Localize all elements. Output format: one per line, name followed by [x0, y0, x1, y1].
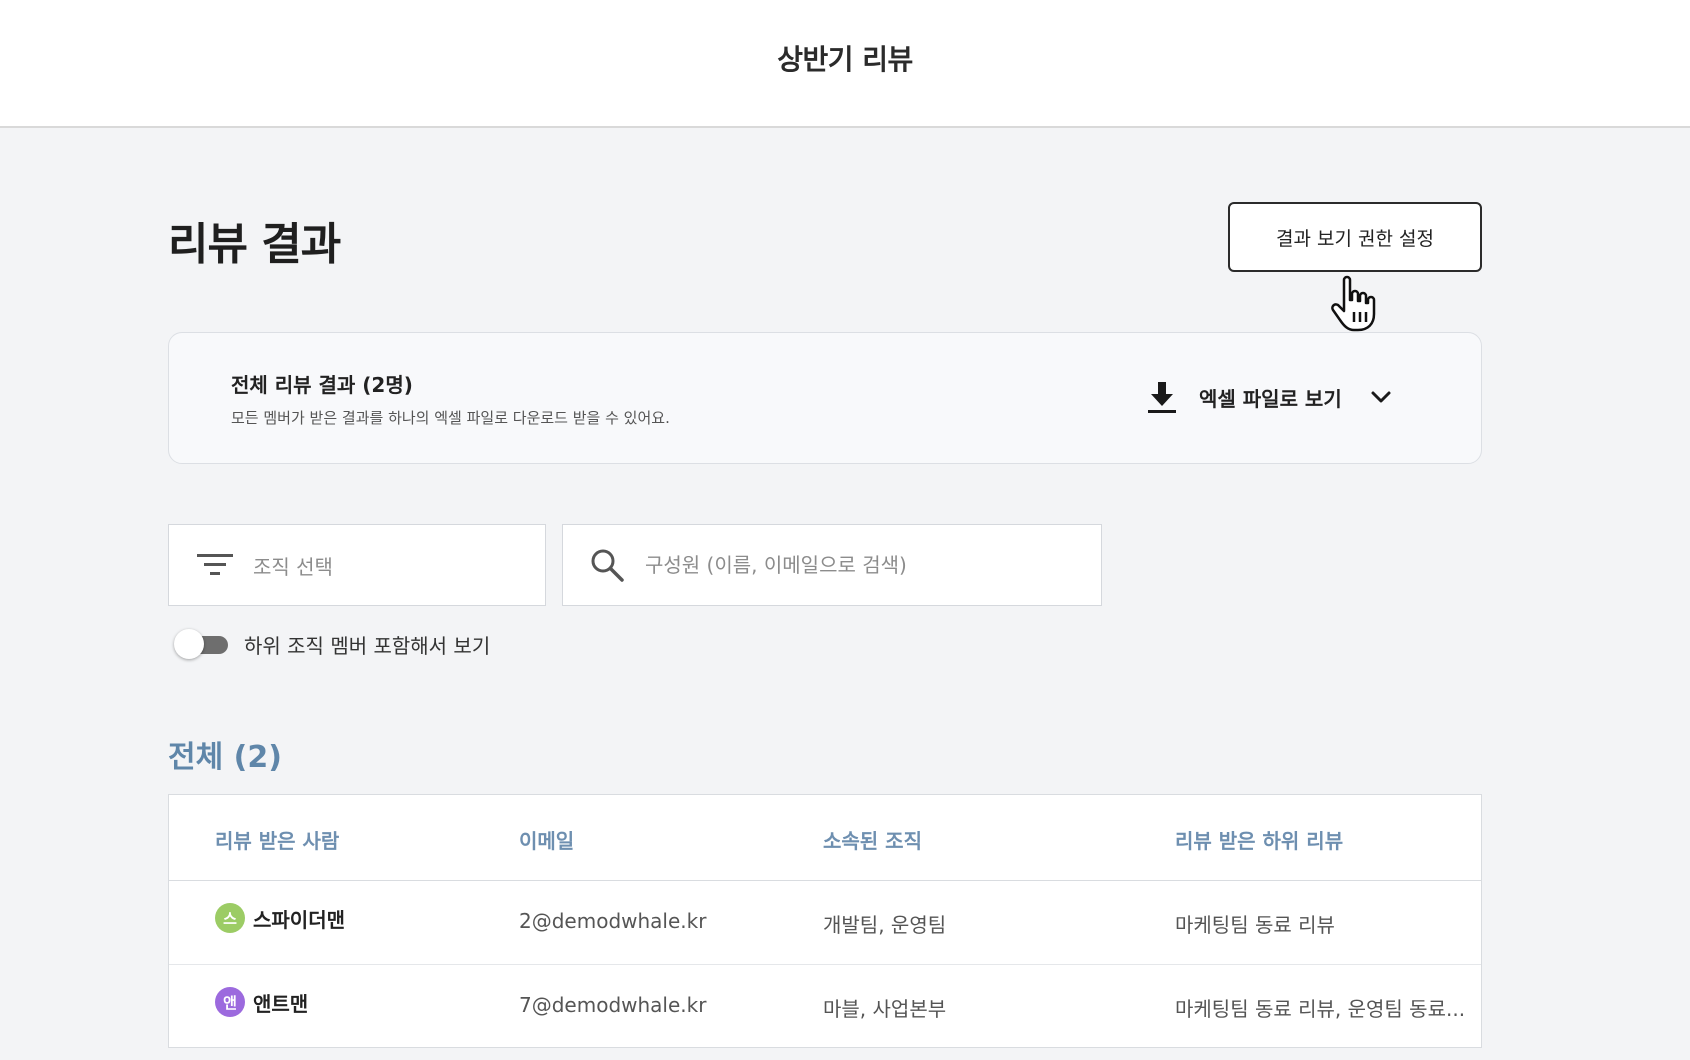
chevron-down-icon [1371, 391, 1391, 403]
section-heading: 전체 (2) [168, 740, 282, 775]
page-title: 리뷰 결과 [168, 219, 341, 270]
permission-settings-button[interactable]: 결과 보기 권한 설정 [1228, 202, 1482, 272]
organization-cell: 개발팀, 운영팀 [823, 913, 947, 937]
export-card: 전체 리뷰 결과 (2명) 모든 멤버가 받은 결과를 하나의 엑셀 파일로 다… [168, 332, 1482, 464]
org-select-dropdown[interactable]: 조직 선택 [168, 524, 546, 606]
column-header-email: 이메일 [519, 829, 575, 853]
header-title: 상반기 리뷰 [777, 43, 913, 76]
org-select-placeholder: 조직 선택 [253, 554, 333, 579]
download-icon [1148, 382, 1176, 413]
toggle-knob [174, 629, 204, 659]
column-header-organization: 소속된 조직 [823, 829, 922, 853]
export-label: 엑셀 파일로 보기 [1199, 386, 1342, 411]
export-description: 모든 멤버가 받은 결과를 하나의 엑셀 파일로 다운로드 받을 수 있어요. [231, 409, 670, 427]
email-cell: 7@demodwhale.kr [519, 993, 707, 1017]
excel-export-dropdown[interactable]: 엑셀 파일로 보기 [1147, 377, 1394, 417]
table-row[interactable]: 스 스파이더맨 2@demodwhale.kr 개발팀, 운영팀 마케팅팀 동료… [169, 881, 1481, 965]
column-header-reviewee: 리뷰 받은 사람 [215, 829, 340, 853]
column-header-sub-reviews: 리뷰 받은 하위 리뷰 [1175, 829, 1344, 853]
search-icon [591, 549, 624, 582]
reviewee-name: 앤트맨 [253, 991, 309, 1016]
export-title: 전체 리뷰 결과 (2명) [231, 373, 413, 397]
avatar: 앤 [215, 987, 245, 1017]
avatar: 스 [215, 903, 245, 933]
hand-pointer-icon [1331, 275, 1376, 332]
reviewee-name: 스파이더맨 [253, 907, 345, 932]
member-search-input[interactable] [645, 553, 1085, 577]
email-cell: 2@demodwhale.kr [519, 909, 707, 933]
member-search-box[interactable] [562, 524, 1102, 606]
reviewee-cell: 스 스파이더맨 [215, 903, 345, 933]
organization-cell: 마블, 사업본부 [823, 997, 947, 1021]
include-suborg-toggle[interactable] [174, 629, 230, 659]
table-header: 리뷰 받은 사람 이메일 소속된 조직 리뷰 받은 하위 리뷰 [169, 795, 1481, 881]
sub-reviews-cell: 마케팅팀 동료 리뷰, 운영팀 동료... [1175, 997, 1466, 1021]
include-suborg-toggle-row: 하위 조직 멤버 포함해서 보기 [174, 628, 490, 660]
results-table: 리뷰 받은 사람 이메일 소속된 조직 리뷰 받은 하위 리뷰 스 스파이더맨 … [168, 794, 1482, 1048]
reviewee-cell: 앤 앤트맨 [215, 987, 308, 1017]
table-row[interactable]: 앤 앤트맨 7@demodwhale.kr 마블, 사업본부 마케팅팀 동료 리… [169, 965, 1481, 1049]
include-suborg-label: 하위 조직 멤버 포함해서 보기 [244, 633, 491, 658]
filter-icon [197, 554, 233, 575]
top-header: 상반기 리뷰 [0, 0, 1690, 128]
sub-reviews-cell: 마케팅팀 동료 리뷰 [1175, 913, 1335, 937]
